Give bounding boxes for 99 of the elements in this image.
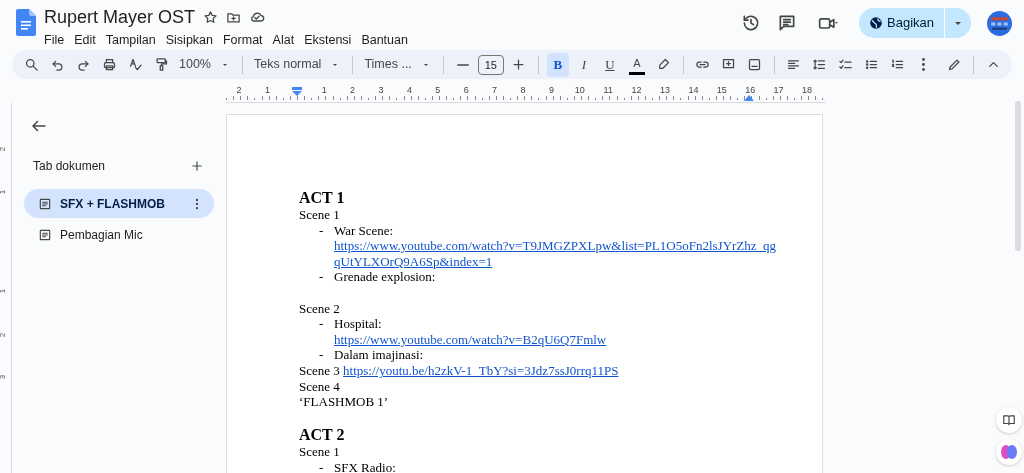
list-item-text: Hospital: [334,316,383,332]
ruler-number: 1 [263,84,271,97]
checklist-icon [838,57,854,72]
highlighter-icon [656,57,672,72]
ruler-number: 3 [377,84,385,97]
ruler-number: 8 [519,84,527,97]
star-icon[interactable] [203,9,219,25]
ruler-number: 18 [801,84,813,97]
ruler-number: 1 [0,189,9,195]
brain-icon [1001,445,1017,459]
menu-item[interactable]: Ekstensi [299,30,357,51]
ruler-number: 1 [320,84,328,97]
increase-size-icon [511,57,527,72]
text-color-button[interactable]: A [628,54,645,75]
menu-item[interactable]: Sisipkan [160,30,218,51]
align-icon [786,57,802,72]
caret-icon [955,21,961,25]
heading: ACT 2 [299,425,346,445]
document-tab[interactable]: SFX + FLASHMOB [24,189,214,218]
list-item-text: SFX Radio: [334,459,396,473]
format-button[interactable]: I [572,52,595,77]
right-indent-marker-icon[interactable] [744,95,754,101]
list-dash: - [318,222,325,240]
line-spacing-icon [812,57,828,72]
link[interactable]: https://www.youtube.com/watch?v=T9JMGZPXLpw&list=PL1O5oFn2lsJYrZhz_qgqUtYLXOrQ9A6Sp&index=1 [334,238,782,270]
docs-logo-icon[interactable] [16,9,36,36]
ruler-number: 7 [491,84,499,97]
tab-label: Pembagian Mic [60,226,144,244]
search-icon [23,57,39,72]
document-tab[interactable]: Pembagian Mic [24,220,214,249]
text-line: Scene 4 [299,378,341,395]
menu-item[interactable]: File [39,30,70,51]
assistant-button[interactable] [996,439,1022,465]
text-line: ‘FLASHMOB 1’ [299,394,390,410]
format-button[interactable]: U [598,52,621,77]
ruler-number: 2 [0,332,9,338]
menu-item[interactable]: Tampilan [100,30,161,51]
scrollbar[interactable] [1015,101,1021,251]
more-icon [922,58,926,71]
ruler-number: 16 [744,84,757,97]
ruler-number: 6 [462,84,470,97]
add-icon[interactable] [190,159,204,173]
print-icon [101,57,117,72]
comment-icon[interactable] [777,13,797,33]
ruler-number: 1 [0,288,9,294]
ruler-number: 4 [405,84,413,97]
menu-item[interactable]: Bantuan [356,30,413,51]
indent-marker-icon[interactable] [292,87,302,96]
ruler-number: 3 [0,374,9,380]
text-line: Scene 2 [299,300,341,317]
menu-item[interactable]: Format [218,30,268,51]
edit-mode-icon [946,57,962,72]
text-line: Scene 1 [299,207,341,223]
ruler-number: 2 [235,84,243,97]
heading: ACT 1 [299,188,346,207]
ruler-number: 13 [659,84,671,97]
text-line: Scene 1 [299,444,341,460]
list-item-text: War Scene: [334,222,395,239]
book-button[interactable] [996,407,1022,433]
document-icon [38,227,52,242]
style-dropdown[interactable]: Teks normal [251,52,345,77]
list-item-text: Grenade explosion: [334,269,436,285]
list-item-text: Dalam imajinasi: [334,347,424,363]
ruler-number: 5 [434,84,442,97]
ruler-number: 12 [630,84,643,97]
spellcheck-icon [127,57,143,72]
menu-item[interactable]: Edit [69,30,101,51]
link[interactable]: https://www.youtube.com/watch?v=B2qU6Q7Fmlw [334,331,607,348]
history-icon[interactable] [741,13,761,33]
paint-format-icon [153,57,169,72]
list-dash: - [318,269,325,285]
image-icon [747,57,763,72]
zoom-dropdown[interactable]: 100% [176,52,234,77]
ruler-number: 11 [602,84,614,97]
document-title[interactable]: Rupert Mayer OST [44,6,196,28]
tab-label: SFX + FLASHMOB [60,195,166,213]
list-dash: - [318,347,325,363]
font-size-field[interactable]: 15 [477,54,504,75]
decrease-size-icon [456,63,469,66]
ruler-number: 14 [687,84,700,97]
ruler-number: 10 [573,84,586,97]
list-dash: - [318,316,325,334]
document-icon [38,196,52,211]
ruler-number: 15 [715,84,728,97]
ruler-number: 2 [349,84,357,97]
ruler-number: 2 [0,146,9,152]
bullet-list-icon [864,57,880,72]
menu-item[interactable]: Alat [267,30,300,51]
globe-icon [869,16,883,30]
list-dash: - [318,459,325,473]
link[interactable]: https://youtu.be/h2zkV-1_TbY?si=3Jdz7ssJ0rrq11PS [343,362,619,378]
ruler-number: 9 [547,84,555,97]
book-icon [1002,413,1016,427]
sidebar-heading: Tab dokumen [33,158,106,175]
font-dropdown[interactable]: Times ... [361,52,435,77]
avatar[interactable] [987,10,1012,36]
ruler-number: 17 [772,84,785,97]
format-button[interactable]: B [546,52,569,77]
scene-label: Scene 3 [299,362,340,378]
